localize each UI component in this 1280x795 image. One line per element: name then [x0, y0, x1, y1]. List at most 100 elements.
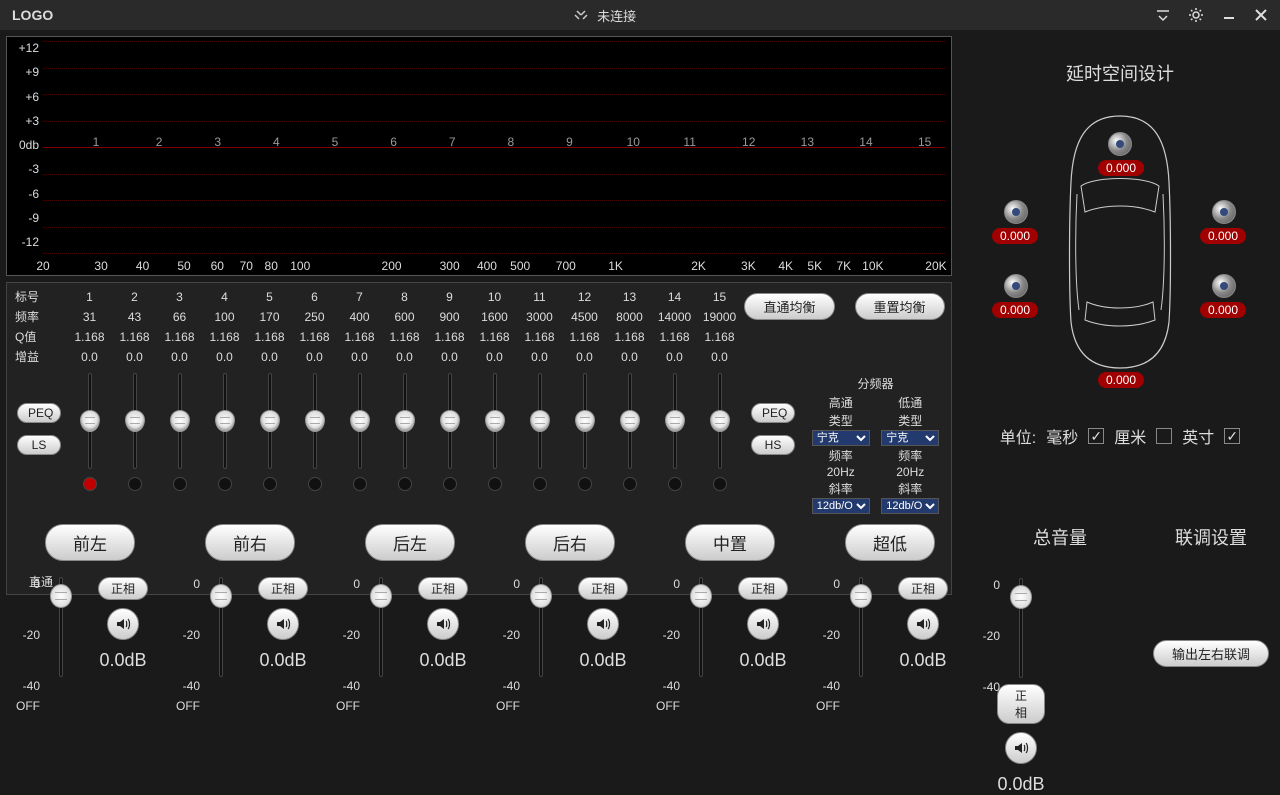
eq-band-column[interactable]: 14140001.1680.0	[652, 287, 697, 367]
eq-band-column[interactable]: 1130001.1680.0	[517, 287, 562, 367]
delay-center[interactable]: 0.000	[1098, 160, 1144, 176]
mute-button[interactable]	[747, 608, 779, 640]
eq-band-column[interactable]: 99001.1680.0	[427, 287, 472, 367]
channel-select-button[interactable]: 前左	[45, 524, 135, 561]
eq-param-gain[interactable]: 0.0	[697, 347, 742, 367]
eq-param-q[interactable]: 1.168	[472, 327, 517, 347]
channel-select-button[interactable]: 前右	[205, 524, 295, 561]
eq-param-gain[interactable]: 0.0	[292, 347, 337, 367]
eq-reset-button[interactable]: 重置均衡	[855, 293, 945, 320]
dropdown-icon[interactable]	[1156, 8, 1170, 22]
eq-param-q[interactable]: 1.168	[67, 327, 112, 347]
delay-rl[interactable]: 0.000	[992, 302, 1038, 318]
band-bypass-dot[interactable]	[83, 477, 97, 491]
band-bypass-dot[interactable]	[173, 477, 187, 491]
eq-param-gain[interactable]: 0.0	[337, 347, 382, 367]
eq-param-id[interactable]: 15	[697, 287, 742, 307]
eq-param-id[interactable]: 2	[112, 287, 157, 307]
eq-band-column[interactable]: 1311.1680.0	[67, 287, 112, 367]
band-bypass-dot[interactable]	[263, 477, 277, 491]
speaker-rear-left[interactable]	[1004, 274, 1028, 298]
polarity-button[interactable]: 正相	[98, 577, 148, 600]
eq-param-freq[interactable]: 400	[337, 307, 382, 327]
channel-gain-slider[interactable]	[699, 577, 703, 677]
polarity-button[interactable]: 正相	[578, 577, 628, 600]
eq-param-q[interactable]: 1.168	[517, 327, 562, 347]
band-bypass-dot[interactable]	[488, 477, 502, 491]
eq-param-freq[interactable]: 250	[292, 307, 337, 327]
ls-mode-button[interactable]: LS	[17, 435, 61, 455]
speaker-front-right[interactable]	[1212, 200, 1236, 224]
speaker-rear-right[interactable]	[1212, 274, 1236, 298]
eq-param-gain[interactable]: 0.0	[562, 347, 607, 367]
graph-band-marker[interactable]: 10	[627, 135, 640, 149]
peq2-button[interactable]: PEQ	[751, 403, 795, 423]
eq-param-freq[interactable]: 14000	[652, 307, 697, 327]
eq-band-column[interactable]: 1016001.1680.0	[472, 287, 517, 367]
eq-param-q[interactable]: 1.168	[202, 327, 247, 347]
graph-band-marker[interactable]: 7	[449, 135, 456, 149]
eq-param-gain[interactable]: 0.0	[472, 347, 517, 367]
unit-cm-check[interactable]	[1156, 428, 1172, 444]
eq-param-id[interactable]: 10	[472, 287, 517, 307]
mute-button[interactable]	[267, 608, 299, 640]
eq-param-q[interactable]: 1.168	[112, 327, 157, 347]
graph-band-marker[interactable]: 9	[566, 135, 573, 149]
eq-band-column[interactable]: 1380001.1680.0	[607, 287, 652, 367]
eq-band-column[interactable]: 62501.1680.0	[292, 287, 337, 367]
eq-param-q[interactable]: 1.168	[382, 327, 427, 347]
polarity-button[interactable]: 正相	[418, 577, 468, 600]
eq-param-freq[interactable]: 4500	[562, 307, 607, 327]
eq-band-column[interactable]: 3661.1680.0	[157, 287, 202, 367]
eq-param-id[interactable]: 4	[202, 287, 247, 307]
eq-param-gain[interactable]: 0.0	[517, 347, 562, 367]
eq-band-column[interactable]: 15190001.1680.0	[697, 287, 742, 367]
eq-param-gain[interactable]: 0.0	[157, 347, 202, 367]
eq-param-gain[interactable]: 0.0	[202, 347, 247, 367]
polarity-button[interactable]: 正相	[898, 577, 948, 600]
eq-graph[interactable]: +12+9+6+30db-3-6-9-12 123456789101112131…	[6, 36, 952, 276]
delay-fr[interactable]: 0.000	[1200, 228, 1246, 244]
band-bypass-dot[interactable]	[218, 477, 232, 491]
eq-param-q[interactable]: 1.168	[652, 327, 697, 347]
eq-param-q[interactable]: 1.168	[427, 327, 472, 347]
eq-param-freq[interactable]: 900	[427, 307, 472, 327]
eq-param-freq[interactable]: 3000	[517, 307, 562, 327]
master-gain-slider[interactable]	[1019, 578, 1023, 678]
eq-param-freq[interactable]: 170	[247, 307, 292, 327]
hp-slope-select[interactable]: 12db/Oct	[812, 498, 870, 514]
delay-fl[interactable]: 0.000	[992, 228, 1038, 244]
mute-button[interactable]	[107, 608, 139, 640]
eq-param-id[interactable]: 14	[652, 287, 697, 307]
eq-param-id[interactable]: 3	[157, 287, 202, 307]
eq-param-freq[interactable]: 600	[382, 307, 427, 327]
eq-band-column[interactable]: 74001.1680.0	[337, 287, 382, 367]
eq-param-freq[interactable]: 8000	[607, 307, 652, 327]
graph-band-marker[interactable]: 12	[742, 135, 755, 149]
mute-button[interactable]	[587, 608, 619, 640]
eq-param-q[interactable]: 1.168	[157, 327, 202, 347]
channel-select-button[interactable]: 超低	[845, 524, 935, 561]
eq-param-gain[interactable]: 0.0	[112, 347, 157, 367]
band-bypass-dot[interactable]	[398, 477, 412, 491]
speaker-front-left[interactable]	[1004, 200, 1028, 224]
band-bypass-dot[interactable]	[578, 477, 592, 491]
band-bypass-dot[interactable]	[353, 477, 367, 491]
channel-gain-slider[interactable]	[539, 577, 543, 677]
graph-band-marker[interactable]: 8	[508, 135, 515, 149]
master-polarity-button[interactable]: 正相	[997, 684, 1044, 724]
minimize-icon[interactable]	[1222, 8, 1236, 22]
eq-param-id[interactable]: 8	[382, 287, 427, 307]
eq-param-freq[interactable]: 31	[67, 307, 112, 327]
graph-band-marker[interactable]: 3	[214, 135, 221, 149]
graph-band-marker[interactable]: 13	[801, 135, 814, 149]
band-bypass-dot[interactable]	[128, 477, 142, 491]
eq-param-id[interactable]: 7	[337, 287, 382, 307]
eq-band-column[interactable]: 51701.1680.0	[247, 287, 292, 367]
graph-band-marker[interactable]: 14	[859, 135, 872, 149]
eq-param-freq[interactable]: 1600	[472, 307, 517, 327]
eq-param-q[interactable]: 1.168	[697, 327, 742, 347]
polarity-button[interactable]: 正相	[738, 577, 788, 600]
eq-param-freq[interactable]: 100	[202, 307, 247, 327]
eq-param-gain[interactable]: 0.0	[427, 347, 472, 367]
